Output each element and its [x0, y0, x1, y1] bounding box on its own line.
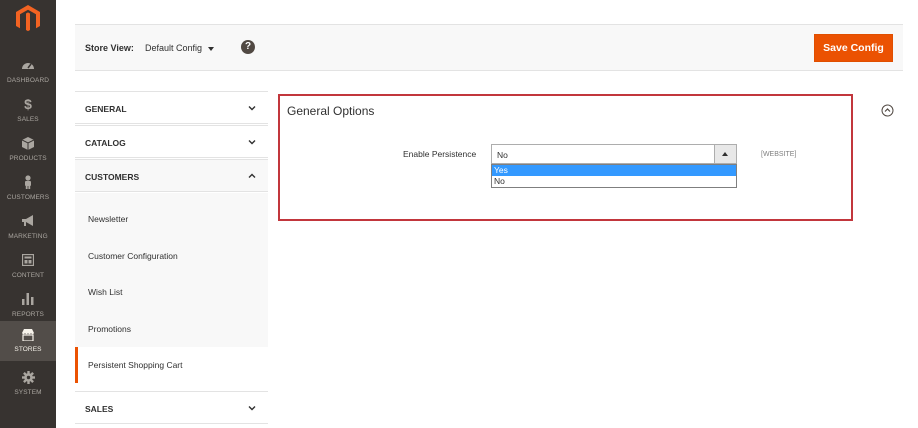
nav-content[interactable]: CONTENT: [0, 247, 56, 287]
store-view-label: Store View:: [85, 43, 134, 53]
tab-item-label: Customer Configuration: [88, 251, 178, 261]
nav-reports[interactable]: REPORTS: [0, 286, 56, 326]
dashboard-icon: [16, 56, 40, 74]
customers-tab-items: Newsletter Customer Configuration Wish L…: [75, 193, 268, 383]
nav-system[interactable]: SYSTEM: [0, 364, 56, 404]
tab-item-label: Promotions: [88, 324, 131, 334]
caret-down-icon: [208, 46, 215, 51]
megaphone-icon: [16, 212, 40, 230]
dollar-icon: $: [24, 96, 32, 112]
option-no[interactable]: No: [492, 176, 736, 187]
store-icon: [16, 326, 40, 344]
general-options-section: General Options Enable Persistence No Ye…: [278, 94, 853, 221]
nav-label: CUSTOMERS: [6, 194, 50, 201]
store-view-value: Default Config: [145, 43, 203, 53]
tab-label: SALES: [85, 404, 114, 414]
nav-label: SALES: [17, 116, 39, 123]
nav-label: PRODUCTS: [9, 155, 47, 162]
enable-persistence-select[interactable]: No: [491, 144, 737, 164]
tab-item-label: Persistent Shopping Cart: [88, 360, 183, 370]
tab-customers[interactable]: CUSTOMERS: [75, 159, 268, 192]
gear-icon: [16, 368, 40, 386]
tab-item-wish-list[interactable]: Wish List: [75, 274, 268, 310]
chevron-down-icon: [248, 106, 256, 111]
scope-label: [WEBSITE]: [761, 151, 797, 158]
cube-icon: [16, 134, 40, 152]
person-icon: [16, 173, 40, 191]
enable-persistence-label: Enable Persistence: [403, 149, 477, 159]
config-tabs: GENERAL CATALOG CUSTOMERS Newsletter Cus…: [75, 91, 268, 428]
tab-sales[interactable]: SALES: [75, 391, 268, 424]
chevron-down-icon: [248, 140, 256, 145]
help-icon[interactable]: ?: [241, 40, 255, 54]
select-options-list: Yes No: [491, 164, 737, 188]
nav-label: SYSTEM: [14, 389, 42, 396]
save-config-button[interactable]: Save Config: [814, 34, 893, 62]
magento-logo[interactable]: [13, 3, 43, 33]
nav-dashboard[interactable]: DASHBOARD: [0, 52, 56, 92]
nav-marketing[interactable]: MARKETING: [0, 208, 56, 248]
nav-label: CONTENT: [11, 272, 45, 279]
nav-sales[interactable]: $ SALES: [0, 91, 56, 131]
tab-general[interactable]: GENERAL: [75, 91, 268, 124]
nav-customers[interactable]: CUSTOMERS: [0, 169, 56, 209]
nav-label: MARKETING: [8, 233, 48, 240]
tab-item-persistent-shopping-cart[interactable]: Persistent Shopping Cart: [75, 347, 268, 383]
tab-item-label: Newsletter: [88, 214, 129, 224]
nav-stores[interactable]: STORES: [0, 321, 56, 361]
nav-products[interactable]: PRODUCTS: [0, 130, 56, 170]
store-view-bar: Store View: Default Config ? Save Config: [75, 24, 903, 71]
tab-item-promotions[interactable]: Promotions: [75, 311, 268, 347]
section-title[interactable]: General Options: [287, 104, 374, 118]
select-value: No: [497, 150, 508, 160]
option-yes[interactable]: Yes: [492, 165, 736, 176]
chevron-up-icon: [248, 173, 256, 178]
admin-sidebar: DASHBOARD $ SALES PRODUCTS CUSTOMERS MAR…: [0, 0, 56, 428]
tab-item-customer-configuration[interactable]: Customer Configuration: [75, 238, 268, 274]
tab-catalog[interactable]: CATALOG: [75, 125, 268, 158]
tab-item-label: Wish List: [88, 287, 123, 297]
nav-label: REPORTS: [11, 311, 44, 318]
tab-item-newsletter[interactable]: Newsletter: [75, 201, 268, 237]
chevron-down-icon: [248, 406, 256, 411]
nav-label: DASHBOARD: [6, 77, 50, 84]
store-view-switcher[interactable]: Default Config: [145, 43, 215, 53]
collapse-section-icon[interactable]: [881, 104, 894, 117]
tab-label: GENERAL: [85, 104, 127, 114]
select-arrow-icon[interactable]: [714, 145, 736, 163]
layout-icon: [16, 251, 40, 269]
nav-label: STORES: [14, 346, 42, 353]
tab-label: CATALOG: [85, 138, 126, 148]
tab-label: CUSTOMERS: [85, 172, 140, 182]
bar-chart-icon: [16, 290, 40, 308]
